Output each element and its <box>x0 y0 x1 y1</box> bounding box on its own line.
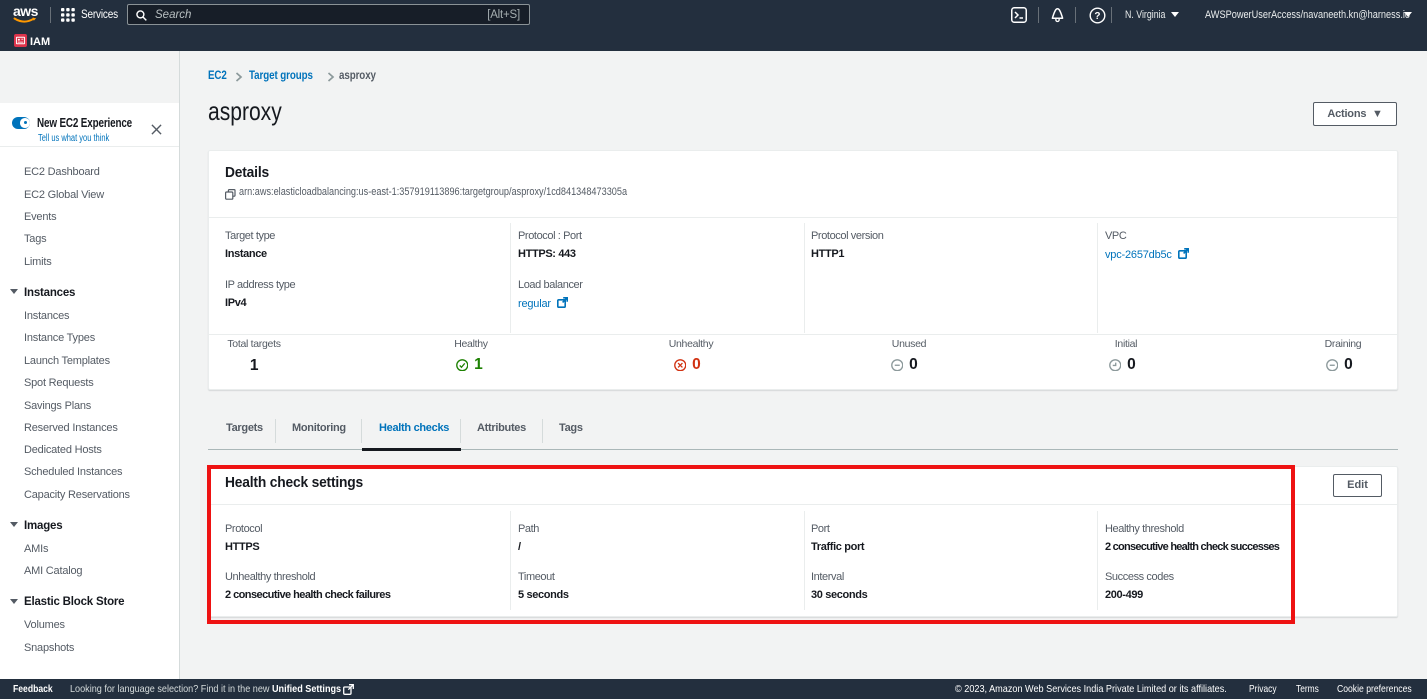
svg-text:aws: aws <box>13 3 39 19</box>
svg-text:?: ? <box>1094 11 1100 22</box>
